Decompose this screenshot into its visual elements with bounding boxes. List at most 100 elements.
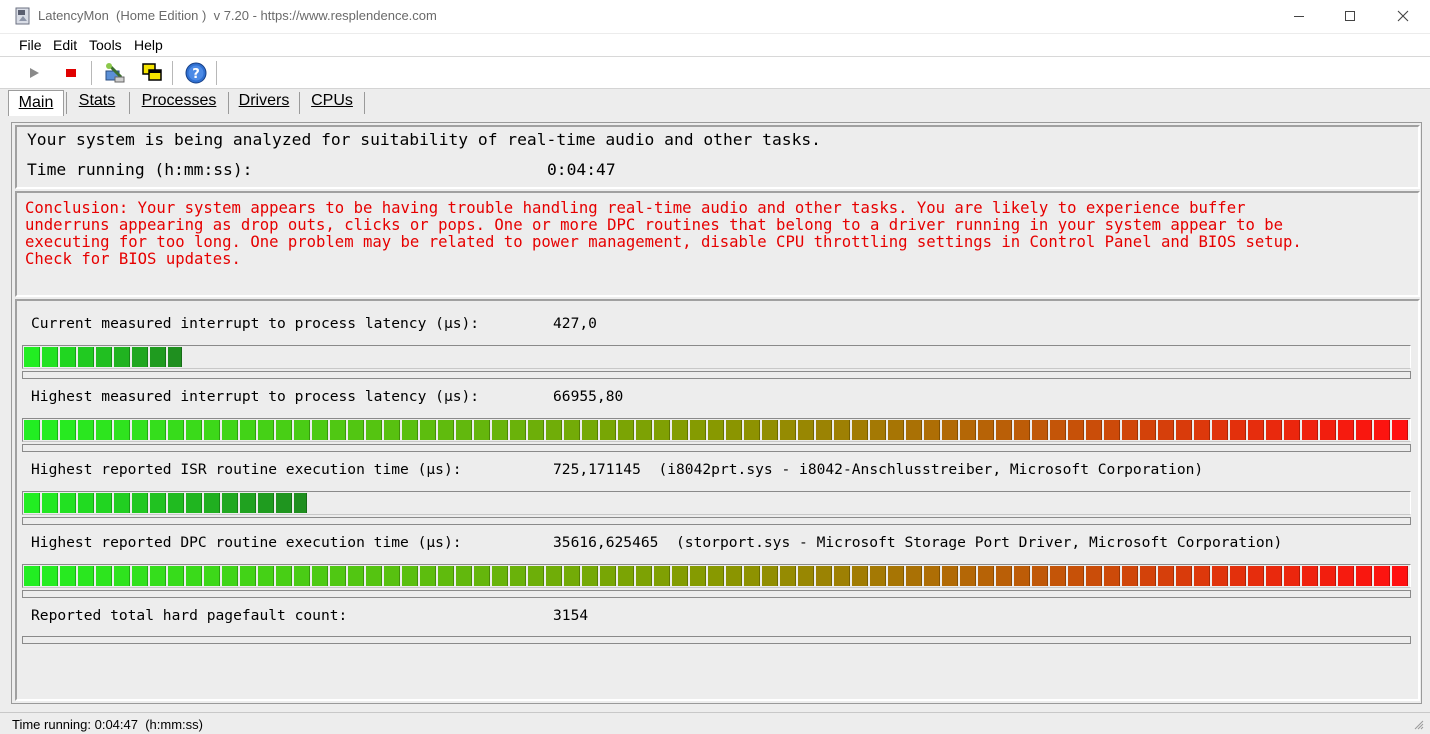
metric-current-latency-bar	[22, 345, 1411, 369]
maximize-button[interactable]	[1327, 0, 1373, 32]
windows-button[interactable]	[139, 60, 165, 86]
tab-drivers[interactable]: Drivers	[230, 89, 298, 115]
metric-highest-latency-label: Highest measured interrupt to process la…	[31, 388, 480, 405]
meter-segment	[618, 566, 634, 586]
menu-file[interactable]: File	[19, 37, 42, 53]
windows-icon	[142, 63, 162, 81]
meter-segment	[978, 566, 994, 586]
meter-segment	[546, 420, 562, 440]
meter-segment	[888, 566, 904, 586]
tab-cpus-label: CPUs	[311, 92, 353, 109]
meter-segment	[96, 420, 112, 440]
meter-segment	[1050, 420, 1066, 440]
meter-segment	[1176, 566, 1192, 586]
window-title: LatencyMon (Home Edition ) v 7.20 - http…	[38, 8, 437, 23]
bar-underline	[22, 590, 1411, 598]
meter-segment	[834, 420, 850, 440]
meter-segment	[924, 566, 940, 586]
meter-segment	[132, 420, 148, 440]
meter-segment	[960, 566, 976, 586]
meter-segment	[1266, 420, 1282, 440]
status-text: Time running: 0:04:47 (h:mm:ss)	[12, 717, 203, 732]
meter-segment	[834, 566, 850, 586]
tab-stats[interactable]: Stats	[67, 89, 127, 115]
meter-segment	[222, 566, 238, 586]
meter-segment	[564, 566, 580, 586]
meter-segment	[78, 420, 94, 440]
stop-button[interactable]	[58, 60, 84, 86]
help-button[interactable]: ?	[183, 60, 209, 86]
meter-segment	[24, 347, 40, 367]
tools-icon	[105, 63, 125, 83]
meter-segment	[60, 347, 76, 367]
tab-cpus[interactable]: CPUs	[301, 89, 363, 115]
meter-segment	[78, 493, 94, 513]
meter-segment	[132, 347, 148, 367]
meter-segment	[114, 420, 130, 440]
meter-segment	[42, 420, 58, 440]
minimize-icon	[1294, 16, 1304, 17]
meter-segment	[42, 493, 58, 513]
meter-segment	[1320, 420, 1336, 440]
meter-segment	[708, 420, 724, 440]
meter-segment	[132, 493, 148, 513]
metric-dpc-label: Highest reported DPC routine execution t…	[31, 534, 462, 551]
close-button[interactable]	[1380, 0, 1426, 32]
meter-segment	[114, 493, 130, 513]
meter-segment	[1104, 566, 1120, 586]
meter-segment	[510, 566, 526, 586]
resize-grip-icon[interactable]	[1414, 720, 1424, 730]
meter-segment	[96, 347, 112, 367]
meter-segment	[348, 566, 364, 586]
meter-segment	[672, 420, 688, 440]
meter-segment	[276, 420, 292, 440]
tab-drivers-label: Drivers	[238, 92, 290, 109]
meter-segment	[1050, 566, 1066, 586]
meter-segment	[744, 566, 760, 586]
meter-segment	[1374, 566, 1390, 586]
tab-main[interactable]: Main	[8, 90, 64, 117]
meter-segment	[816, 420, 832, 440]
meter-segment	[726, 420, 742, 440]
meter-segment	[1194, 420, 1210, 440]
meter-segment	[456, 566, 472, 586]
meter-segment	[1338, 566, 1354, 586]
tab-processes-label: Processes	[141, 92, 217, 109]
meter-segment	[294, 420, 310, 440]
meter-segment	[150, 566, 166, 586]
tab-processes[interactable]: Processes	[131, 89, 227, 115]
meter-segment	[1230, 566, 1246, 586]
meter-segment	[636, 420, 652, 440]
meter-segment	[24, 566, 40, 586]
metric-isr-label: Highest reported ISR routine execution t…	[31, 461, 462, 478]
meter-segment	[780, 420, 796, 440]
meter-segment	[150, 420, 166, 440]
meter-segment	[762, 566, 778, 586]
metric-isr-bar-fill	[24, 493, 308, 513]
meter-segment	[852, 566, 868, 586]
meter-segment	[798, 566, 814, 586]
meter-segment	[942, 420, 958, 440]
meter-segment	[366, 566, 382, 586]
meter-segment	[852, 420, 868, 440]
start-button[interactable]	[21, 60, 47, 86]
menu-help[interactable]: Help	[134, 37, 163, 53]
metric-highest-latency-value: 66955,80	[553, 388, 624, 405]
toolbar-separator	[216, 61, 217, 85]
menu-tools[interactable]: Tools	[89, 37, 122, 53]
meter-segment	[330, 566, 346, 586]
meter-segment	[42, 566, 58, 586]
menu-edit[interactable]: Edit	[53, 37, 77, 53]
analysis-status-text: Your system is being analyzed for suitab…	[27, 130, 821, 149]
meter-segment	[492, 420, 508, 440]
meter-segment	[546, 566, 562, 586]
meter-segment	[528, 420, 544, 440]
meter-segment	[1212, 566, 1228, 586]
meter-segment	[996, 566, 1012, 586]
minimize-button[interactable]	[1276, 0, 1322, 32]
meter-segment	[150, 493, 166, 513]
metric-pagefault-value: 3154	[553, 607, 589, 624]
tools-button[interactable]	[102, 60, 128, 86]
meter-segment	[1230, 420, 1246, 440]
meter-segment	[114, 566, 130, 586]
